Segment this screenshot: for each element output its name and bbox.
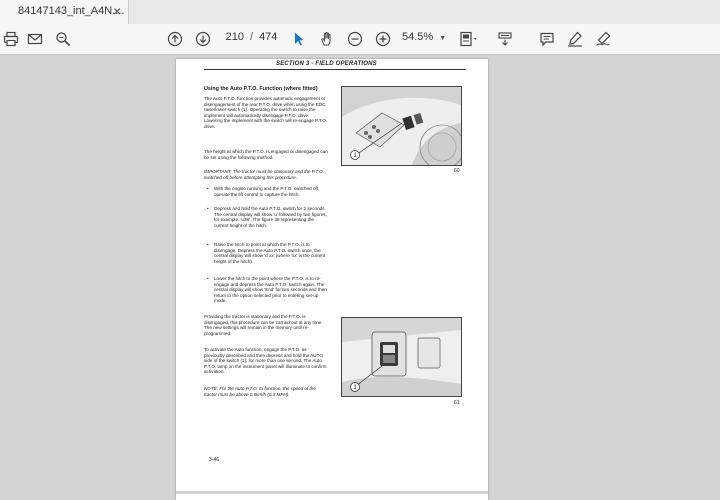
page-down-icon[interactable] [192,28,214,50]
page-separator-bar [176,491,488,494]
paragraph-height: The height at which the P.T.O. is engage… [204,149,328,160]
email-icon[interactable] [24,28,46,50]
zoom-out-icon[interactable] [344,28,366,50]
comment-icon[interactable] [536,28,558,50]
figure-number: 61 [454,400,460,406]
paragraph-intro: The Auto P.T.O. function provides automa… [204,96,328,129]
close-tab-icon[interactable]: × [113,3,121,19]
page-indicator[interactable]: 210 / 474 [222,31,278,43]
page-total: 474 [259,31,278,43]
section-heading: Using the Auto P.T.O. Function (where fi… [204,86,318,92]
paragraph-activate: To activate the Auto function, engage th… [204,347,327,375]
chevron-down-icon[interactable]: ▼ [439,35,446,42]
section-header: SECTION 3 - FIELD OPERATIONS [276,61,377,67]
figure-60: 1 [341,86,462,166]
fit-page-icon[interactable] [458,28,480,50]
zoom-select[interactable]: 54.5% ▼ [402,31,446,43]
figure-number: 60 [454,168,460,174]
print-icon[interactable] [0,28,22,50]
figure-61: 1 [341,317,462,397]
scroll-mode-icon[interactable] [494,28,516,50]
pdf-page: SECTION 3 - FIELD OPERATIONS Using the A… [176,59,488,500]
important-note: IMPORTANT: The tractor must be stationar… [204,169,324,180]
zoom-value: 54.5% [402,31,434,43]
paragraph-providing: Providing the tractor is stationary and … [204,314,323,336]
toolbar: 210 / 474 54.5% ▼ [0,24,720,55]
speed-note: NOTE: For the Auto P.T.O. to function, t… [204,386,316,397]
document-tab[interactable]: 84147143_int_A4N.... × [0,0,129,24]
search-zoom-icon[interactable] [52,28,74,50]
hand-icon[interactable] [316,28,338,50]
header-rule [204,69,466,70]
document-viewer[interactable]: SECTION 3 - FIELD OPERATIONS Using the A… [0,55,720,500]
select-cursor-icon[interactable] [288,28,310,50]
page-current[interactable]: 210 [222,31,244,43]
highlight-icon[interactable] [564,28,586,50]
sign-icon[interactable] [592,28,614,50]
page-up-icon[interactable] [164,28,186,50]
page-separator: / [250,31,254,43]
tab-title: 84147143_int_A4N.... [18,5,125,17]
page-number: 3-46 [209,457,220,463]
tab-bar: 84147143_int_A4N.... × [0,0,720,25]
zoom-in-icon[interactable] [372,28,394,50]
